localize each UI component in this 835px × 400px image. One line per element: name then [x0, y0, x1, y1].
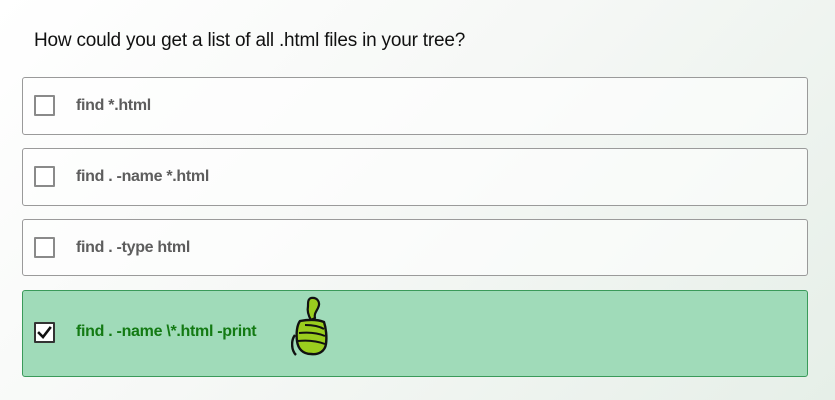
question-text: How could you get a list of all .html fi…	[34, 30, 466, 51]
checkmark-icon	[37, 326, 52, 339]
checkbox-checked[interactable]	[34, 322, 55, 343]
answer-option-1[interactable]: find *.html	[22, 77, 808, 135]
answer-label: find . -type html	[76, 239, 191, 256]
checkbox-unchecked[interactable]	[34, 166, 55, 187]
answer-label: find *.html	[76, 97, 151, 114]
answer-option-3[interactable]: find . -type html	[22, 219, 808, 276]
answer-option-2[interactable]: find . -name *.html	[22, 148, 808, 206]
answer-label: find . -name \*.html -print	[76, 323, 257, 340]
checkbox-unchecked[interactable]	[34, 95, 55, 116]
thumbs-up-icon	[291, 296, 328, 356]
checkbox-unchecked[interactable]	[34, 237, 55, 258]
answer-label: find . -name *.html	[76, 168, 209, 185]
answer-option-4-correct[interactable]: find . -name \*.html -print	[22, 290, 808, 377]
